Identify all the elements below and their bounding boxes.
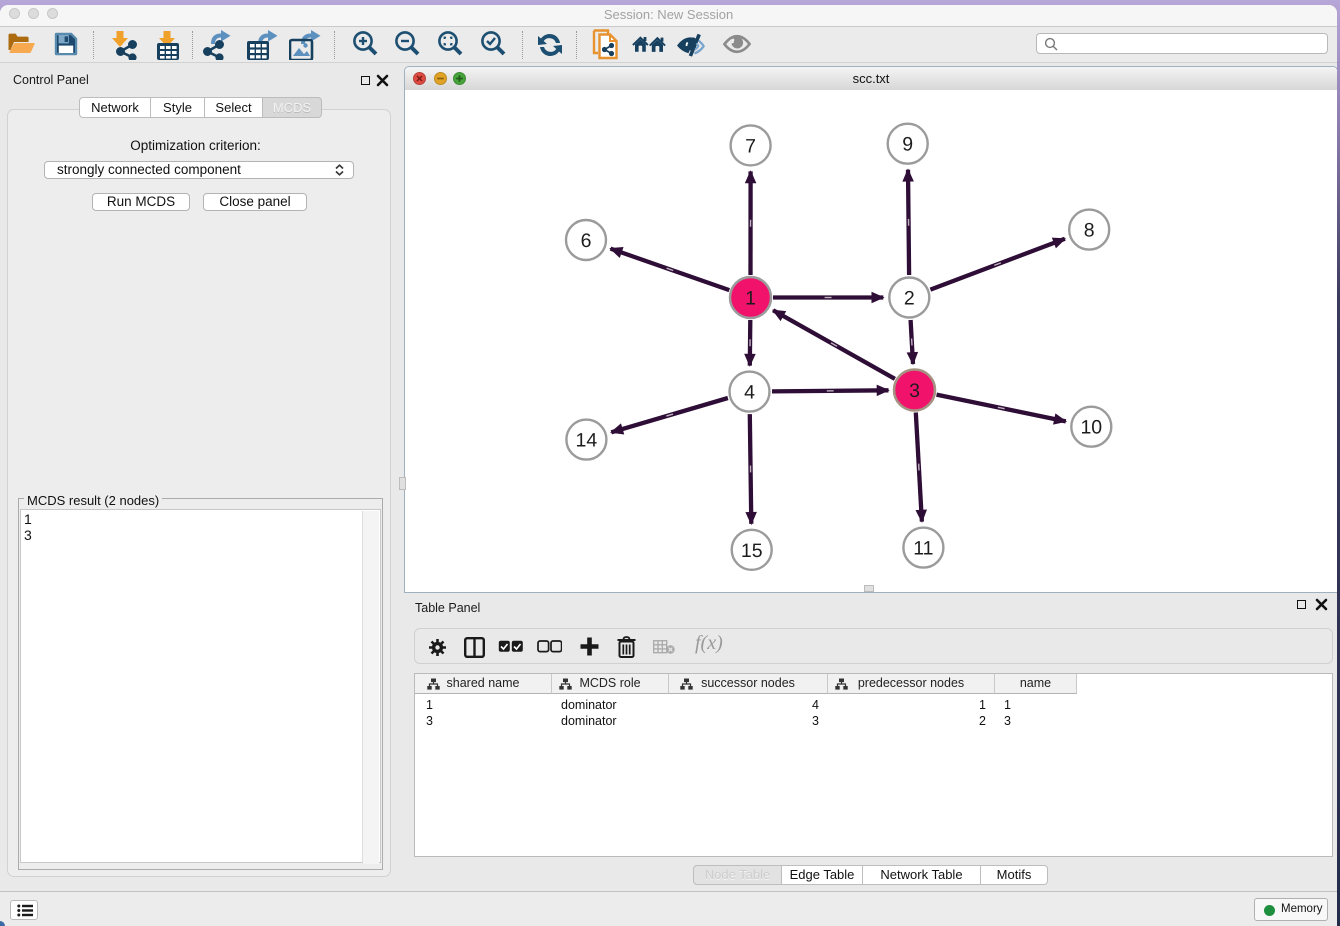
svg-text:10: 10 bbox=[1080, 417, 1102, 439]
svg-text:8: 8 bbox=[1084, 220, 1095, 242]
svg-text:2: 2 bbox=[904, 288, 915, 310]
svg-text:4: 4 bbox=[744, 382, 755, 404]
svg-text:11: 11 bbox=[913, 538, 933, 560]
svg-text:14: 14 bbox=[576, 430, 598, 452]
svg-text:9: 9 bbox=[902, 134, 913, 156]
svg-text:6: 6 bbox=[581, 230, 592, 252]
svg-text:15: 15 bbox=[741, 540, 763, 562]
svg-text:7: 7 bbox=[745, 135, 756, 157]
svg-text:3: 3 bbox=[909, 380, 920, 402]
svg-text:1: 1 bbox=[745, 288, 756, 310]
